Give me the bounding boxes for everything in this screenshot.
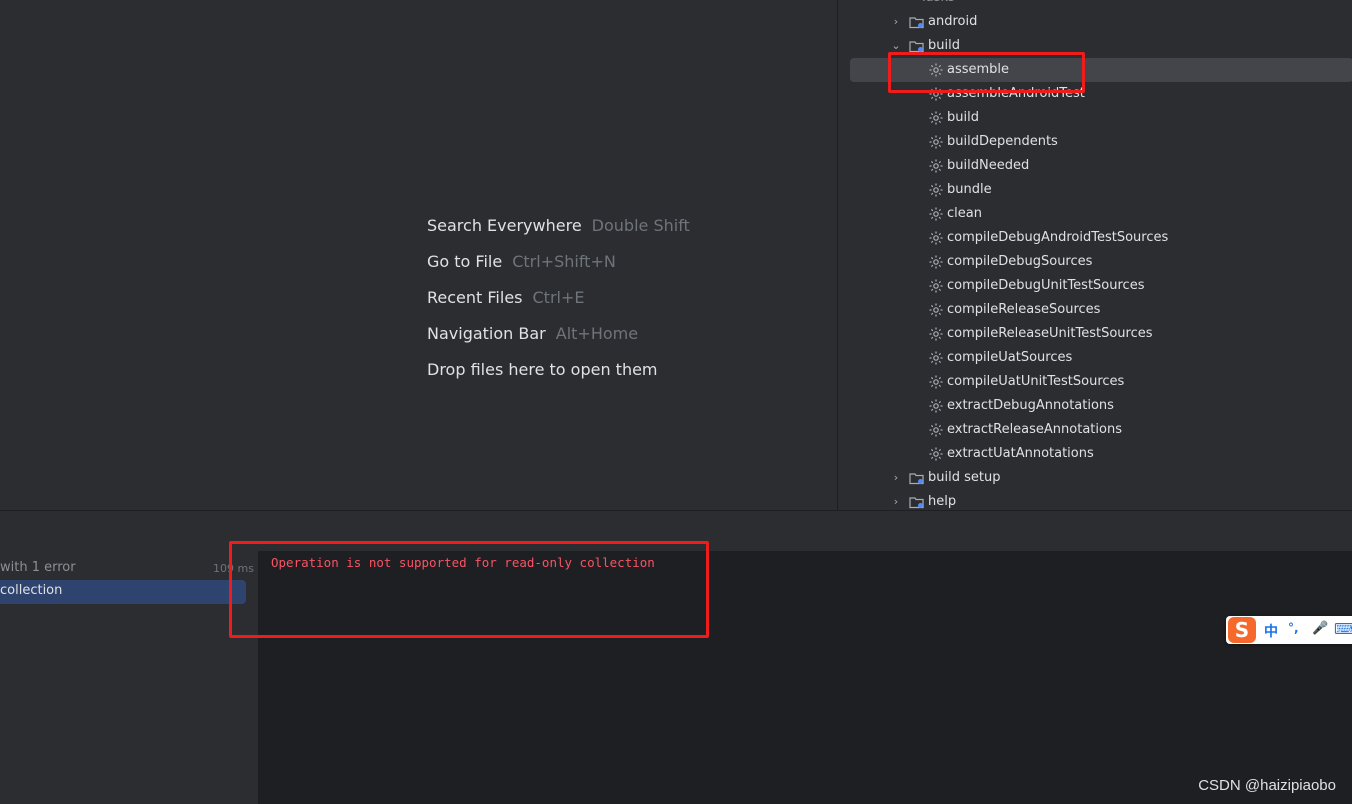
gear-icon bbox=[929, 399, 943, 413]
tree-label: build setup bbox=[928, 470, 1001, 485]
hint-label: Recent Files bbox=[427, 288, 523, 307]
gear-icon bbox=[929, 327, 943, 341]
hint-navigation-bar[interactable]: Navigation Bar Alt+Home bbox=[427, 324, 638, 343]
tree-task-compileDebugAndroidTestSources[interactable]: compileDebugAndroidTestSources bbox=[850, 226, 1352, 250]
build-tree-panel: with 1 error 109 ms collection bbox=[0, 551, 259, 804]
hint-label: Search Everywhere bbox=[427, 216, 582, 235]
build-tree-item-selected[interactable]: collection bbox=[0, 580, 246, 604]
tree-group-android[interactable]: › android bbox=[850, 10, 1352, 34]
gear-icon bbox=[929, 135, 943, 149]
keyboard-icon[interactable]: ⌨ bbox=[1334, 620, 1352, 638]
microphone-icon[interactable]: 🎤 bbox=[1312, 621, 1328, 636]
gear-icon bbox=[929, 111, 943, 125]
tree-row-tasks[interactable]: Tasks bbox=[850, 0, 1352, 10]
tree-label: buildNeeded bbox=[947, 158, 1030, 173]
build-summary: with 1 error bbox=[0, 560, 76, 575]
tree-label: Tasks bbox=[920, 0, 955, 10]
tree-label: compileReleaseUnitTestSources bbox=[947, 326, 1153, 341]
folder-icon bbox=[909, 17, 924, 29]
highlight-box-assemble bbox=[888, 52, 1085, 93]
tree-task-compileReleaseUnitTestSources[interactable]: compileReleaseUnitTestSources bbox=[850, 322, 1352, 346]
tree-label: compileDebugSources bbox=[947, 254, 1093, 269]
hint-shortcut: Ctrl+Shift+N bbox=[512, 252, 616, 271]
watermark: CSDN @haizipiaobo bbox=[1198, 777, 1336, 794]
hint-shortcut: Ctrl+E bbox=[532, 288, 585, 307]
hint-label: Drop files here to open them bbox=[427, 360, 658, 379]
chevron-right-icon[interactable]: › bbox=[890, 466, 902, 490]
gear-icon bbox=[929, 303, 943, 317]
tree-label: extractReleaseAnnotations bbox=[947, 422, 1122, 437]
tree-task-compileUatSources[interactable]: compileUatSources bbox=[850, 346, 1352, 370]
tree-task-compileUatUnitTestSources[interactable]: compileUatUnitTestSources bbox=[850, 370, 1352, 394]
ime-punct-toggle[interactable]: °, bbox=[1288, 621, 1299, 635]
tree-group-build-setup[interactable]: › build setup bbox=[850, 466, 1352, 490]
tree-task-buildNeeded[interactable]: buildNeeded bbox=[850, 154, 1352, 178]
hint-drop-files: Drop files here to open them bbox=[427, 360, 658, 379]
tree-label: compileDebugAndroidTestSources bbox=[947, 230, 1169, 245]
hint-recent-files[interactable]: Recent Files Ctrl+E bbox=[427, 288, 584, 307]
gear-icon bbox=[929, 423, 943, 437]
ime-lang-toggle[interactable]: 中 bbox=[1264, 621, 1278, 641]
gear-icon bbox=[929, 207, 943, 221]
tree-label: clean bbox=[947, 206, 982, 221]
hint-shortcut: Double Shift bbox=[591, 216, 690, 235]
highlight-box-error bbox=[229, 541, 709, 638]
folder-icon bbox=[909, 497, 924, 509]
tree-group-help[interactable]: › help bbox=[850, 490, 1352, 510]
tree-task-build[interactable]: build bbox=[850, 106, 1352, 130]
gear-icon bbox=[929, 375, 943, 389]
tree-label: compileDebugUnitTestSources bbox=[947, 278, 1145, 293]
hint-search-everywhere[interactable]: Search Everywhere Double Shift bbox=[427, 216, 690, 235]
tree-task-bundle[interactable]: bundle bbox=[850, 178, 1352, 202]
tree-label: compileUatSources bbox=[947, 350, 1073, 365]
gear-icon bbox=[929, 255, 943, 269]
tree-label: extractDebugAnnotations bbox=[947, 398, 1114, 413]
tree-task-extractDebugAnnotations[interactable]: extractDebugAnnotations bbox=[850, 394, 1352, 418]
hint-go-to-file[interactable]: Go to File Ctrl+Shift+N bbox=[427, 252, 616, 271]
tree-label: bundle bbox=[947, 182, 992, 197]
tree-label: help bbox=[928, 494, 957, 509]
editor-area: Search Everywhere Double Shift Go to File… bbox=[0, 0, 836, 510]
gear-icon bbox=[929, 159, 943, 173]
sogou-logo-icon: S bbox=[1228, 617, 1256, 643]
gear-icon bbox=[929, 447, 943, 461]
hint-label: Go to File bbox=[427, 252, 503, 271]
gear-icon bbox=[929, 183, 943, 197]
gear-icon bbox=[929, 231, 943, 245]
tree-task-compileDebugUnitTestSources[interactable]: compileDebugUnitTestSources bbox=[850, 274, 1352, 298]
tree-task-buildDependents[interactable]: buildDependents bbox=[850, 130, 1352, 154]
tree-task-compileDebugSources[interactable]: compileDebugSources bbox=[850, 250, 1352, 274]
tree-task-compileReleaseSources[interactable]: compileReleaseSources bbox=[850, 298, 1352, 322]
tree-task-extractReleaseAnnotations[interactable]: extractReleaseAnnotations bbox=[850, 418, 1352, 442]
tree-task-extractUatAnnotations[interactable]: extractUatAnnotations bbox=[850, 442, 1352, 466]
gear-icon bbox=[929, 351, 943, 365]
build-tree-item-label: collection bbox=[0, 583, 63, 598]
tree-label: compileReleaseSources bbox=[947, 302, 1101, 317]
tree-label: buildDependents bbox=[947, 134, 1058, 149]
ime-toolbar[interactable]: S 中 °, 🎤 ⌨ bbox=[1226, 616, 1352, 644]
hint-shortcut: Alt+Home bbox=[555, 324, 639, 343]
tree-label: extractUatAnnotations bbox=[947, 446, 1094, 461]
hint-label: Navigation Bar bbox=[427, 324, 546, 343]
folder-icon bbox=[909, 473, 924, 485]
gear-icon bbox=[929, 279, 943, 293]
chevron-right-icon[interactable]: › bbox=[890, 10, 902, 34]
tree-task-clean[interactable]: clean bbox=[850, 202, 1352, 226]
tree-label: build bbox=[947, 110, 979, 125]
tree-label: compileUatUnitTestSources bbox=[947, 374, 1125, 389]
chevron-right-icon[interactable]: › bbox=[890, 490, 902, 510]
tree-label: android bbox=[928, 14, 978, 29]
